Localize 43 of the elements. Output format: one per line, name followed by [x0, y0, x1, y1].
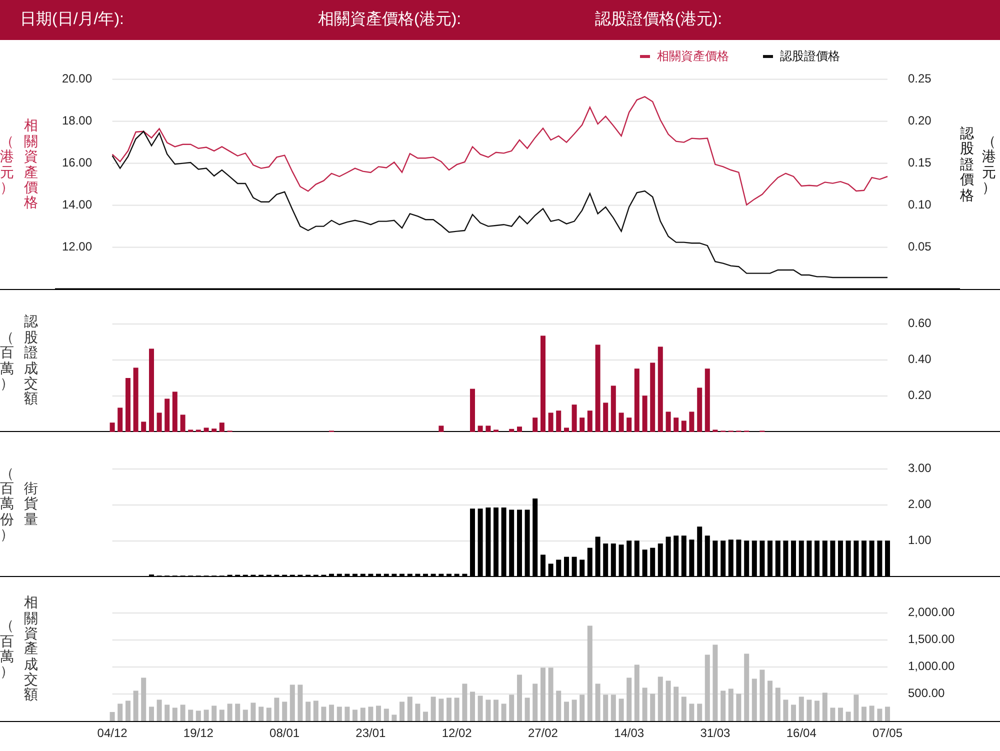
date-tick-label: 16/04	[786, 726, 816, 740]
axis-tick-label: 2,000.00	[908, 605, 955, 620]
date-tick-label: 12/02	[442, 726, 472, 740]
axis-tick-label: 0.05	[908, 239, 932, 254]
axis-title: 認股證價格	[960, 126, 974, 203]
axis-tick-label: 0.20	[908, 388, 932, 402]
date-tick-label: 07/05	[872, 726, 903, 740]
axis-tick-label: 1,500.00	[908, 632, 955, 646]
axis-tick-label: 0.10	[908, 197, 932, 212]
axis-title: 相關資產成交額	[24, 595, 38, 703]
axis-title: （港元）	[0, 134, 14, 196]
field-label: 日期(日/月/年):	[20, 10, 125, 30]
axis-title: （百萬）	[0, 330, 14, 392]
axis-tick-label: 1.00	[908, 533, 932, 548]
axis-tick-label: 18.00	[62, 113, 92, 128]
axis-tick-label: 3.00	[908, 461, 932, 476]
axis-title: （百萬）	[0, 618, 14, 680]
date-tick-label: 31/03	[700, 726, 730, 740]
axis-tick-label: 0.60	[908, 316, 932, 330]
axis-tick-label: 20.00	[62, 71, 92, 86]
field-label: 認股證價格(港元):	[595, 10, 724, 30]
axis-tick-label: 14.00	[62, 197, 92, 212]
date-tick-label: 08/01	[270, 726, 300, 740]
axis-tick-label: 1,000.00	[908, 659, 955, 674]
date-tick-label: 04/12	[97, 726, 128, 740]
axis-title: （港元）	[982, 134, 996, 196]
axis-tick-label: 500.00	[908, 686, 945, 700]
axis-tick-label: 2.00	[908, 497, 932, 512]
field-label: 相關資產價格(港元):	[318, 10, 462, 30]
date-tick-label: 14/03	[614, 726, 644, 740]
axis-title: （百萬份）	[0, 466, 14, 542]
axis-title: 認股證成交額	[24, 314, 38, 407]
axis-tick-label: 0.15	[908, 155, 932, 170]
date-tick-label: 27/02	[528, 726, 558, 740]
axis-title: 相關資產價格	[24, 118, 38, 211]
axis-tick-label: 0.40	[908, 352, 932, 366]
axis-tick-label: 16.00	[62, 155, 92, 170]
axis-tick-label: 0.20	[908, 113, 932, 128]
date-tick-label: 23/01	[356, 726, 386, 740]
axis-title: 街貨量	[24, 480, 38, 528]
axis-tick-label: 0.25	[908, 71, 932, 86]
date-tick-label: 19/12	[183, 726, 214, 740]
axis-tick-label: 12.00	[62, 239, 92, 254]
